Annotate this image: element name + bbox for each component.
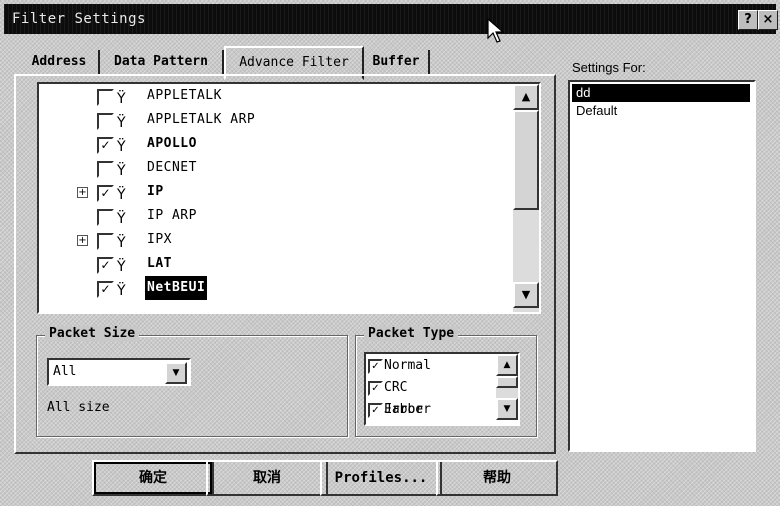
network-protocol-icon: Ÿ xyxy=(117,163,126,179)
checkbox-normal[interactable]: ✓ xyxy=(368,359,383,374)
packet-type-normal-label: Normal xyxy=(384,358,431,373)
checkbox-ipx[interactable] xyxy=(97,233,114,250)
packet-type-list[interactable]: ✓ Normal ✓ CRC Error ✓ Jabber ▲ ▼ xyxy=(364,352,520,426)
packet-type-title: Packet Type xyxy=(364,326,459,341)
tree-scrollbar[interactable]: ▲ ▼ xyxy=(513,84,539,312)
help-button[interactable]: 帮助 xyxy=(436,460,558,496)
checkbox-decnet[interactable] xyxy=(97,161,114,178)
tree-label-apollo: APOLLO xyxy=(147,136,197,151)
network-protocol-icon: Ÿ xyxy=(117,259,126,275)
tree-label-ip-arp: IP ARP xyxy=(147,208,197,223)
checkbox-apollo[interactable]: ✓ xyxy=(97,137,114,154)
checkbox-appletalk[interactable] xyxy=(97,89,114,106)
network-protocol-icon: Ÿ xyxy=(117,91,126,107)
packet-size-value: All xyxy=(53,364,77,379)
network-protocol-icon: Ÿ xyxy=(117,283,126,299)
settings-for-list[interactable]: dd Default xyxy=(568,80,756,452)
network-protocol-icon: Ÿ xyxy=(117,187,126,203)
packet-type-group: Packet Type ✓ Normal ✓ CRC Error ✓ Jabbe… xyxy=(355,326,537,437)
checkbox-crc-error[interactable]: ✓ xyxy=(368,381,383,396)
filter-settings-window: Filter Settings ? × Address Data Pattern… xyxy=(0,0,780,506)
network-protocol-icon: Ÿ xyxy=(117,211,126,227)
scroll-up-icon[interactable]: ▲ xyxy=(496,354,518,376)
checkbox-lat[interactable]: ✓ xyxy=(97,257,114,274)
packet-type-scrollbar[interactable]: ▲ ▼ xyxy=(496,354,518,420)
tree-label-decnet: DECNET xyxy=(147,160,197,175)
title-bar[interactable]: Filter Settings ? × xyxy=(4,4,778,34)
tree-label-lat: LAT xyxy=(147,256,172,271)
packet-type-jabber-label: Jabber xyxy=(384,402,431,417)
profiles-button[interactable]: Profiles... xyxy=(320,460,442,496)
scrollbar-thumb[interactable] xyxy=(513,110,539,210)
checkbox-netbeui[interactable]: ✓ xyxy=(97,281,114,298)
tab-data-pattern[interactable]: Data Pattern xyxy=(100,50,224,74)
network-protocol-icon: Ÿ xyxy=(117,235,126,251)
packet-size-group: Packet Size All ▼ All size xyxy=(36,326,348,437)
chevron-down-icon[interactable]: ▼ xyxy=(165,362,187,384)
tree-label-ipx: IPX xyxy=(147,232,172,247)
ok-button[interactable]: 确定 xyxy=(92,460,214,496)
checkbox-appletalk-arp[interactable] xyxy=(97,113,114,130)
settings-for-label: Settings For: xyxy=(572,60,646,75)
mouse-cursor-icon xyxy=(487,18,505,43)
packet-size-select[interactable]: All ▼ xyxy=(47,358,191,386)
help-icon[interactable]: ? xyxy=(738,10,758,30)
tree-label-netbeui: NetBEUI xyxy=(145,276,208,300)
packet-size-description: All size xyxy=(47,400,110,415)
window-title: Filter Settings xyxy=(12,11,146,27)
scroll-down-icon[interactable]: ▼ xyxy=(513,282,539,308)
expand-icon[interactable]: + xyxy=(77,187,88,198)
expand-icon[interactable]: + xyxy=(77,235,88,246)
tree-label-appletalk: APPLETALK xyxy=(147,88,222,103)
tree-label-ip: IP xyxy=(147,184,164,199)
packet-size-title: Packet Size xyxy=(45,326,140,341)
tree-label-appletalk-arp: APPLETALK ARP xyxy=(147,112,256,127)
tab-address[interactable]: Address xyxy=(20,50,100,74)
scroll-down-icon[interactable]: ▼ xyxy=(496,398,518,420)
checkbox-ip[interactable]: ✓ xyxy=(97,185,114,202)
cancel-button[interactable]: 取消 xyxy=(206,460,328,496)
checkbox-jabber[interactable]: ✓ xyxy=(368,403,383,418)
settings-item-dd[interactable]: dd xyxy=(572,84,750,102)
settings-item-default[interactable]: Default xyxy=(572,102,750,120)
scrollbar-thumb[interactable] xyxy=(496,376,518,388)
network-protocol-icon: Ÿ xyxy=(117,115,126,131)
protocol-tree[interactable]: Ÿ APPLETALK Ÿ APPLETALK ARP ✓ Ÿ APOLLO Ÿ… xyxy=(37,82,541,314)
network-protocol-icon: Ÿ xyxy=(117,139,126,155)
checkbox-ip-arp[interactable] xyxy=(97,209,114,226)
scroll-up-icon[interactable]: ▲ xyxy=(513,84,539,110)
close-icon[interactable]: × xyxy=(758,10,778,30)
tab-buffer[interactable]: Buffer xyxy=(364,50,430,74)
